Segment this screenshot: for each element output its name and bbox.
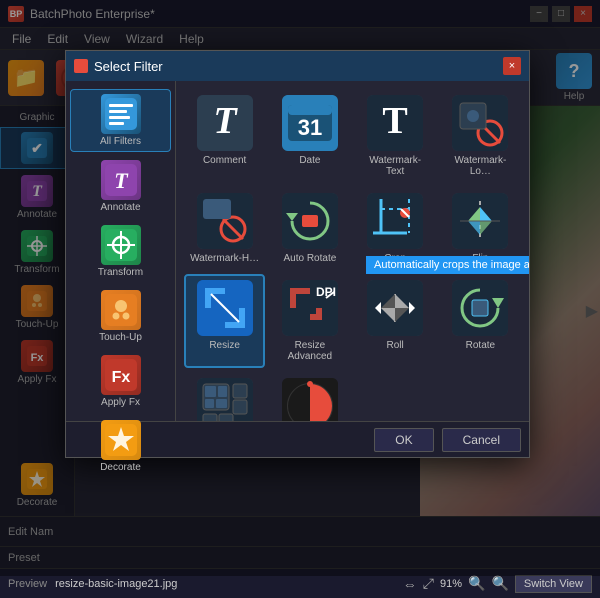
modal-sidebar-transform[interactable]: Transform <box>70 221 171 282</box>
tooltip-bar: Automatically crops the image according … <box>366 256 529 274</box>
touchup-modal-icon <box>101 290 141 330</box>
preview-label: Preview <box>8 578 47 590</box>
filter-roll[interactable]: Roll <box>355 274 436 368</box>
auto-rotate-icon <box>282 193 338 249</box>
modal-sidebar-annotate[interactable]: T Annotate <box>70 156 171 217</box>
zoom-level: 91% <box>440 578 462 590</box>
annotate-modal-icon: T <box>101 160 141 200</box>
svg-text:T: T <box>114 168 129 193</box>
fit-width-icon[interactable]: ⇔ <box>403 576 417 592</box>
thumbnail-icon <box>197 378 253 421</box>
preview-filename: resize-basic-image21.jpg <box>55 578 177 590</box>
modal-grid-area[interactable]: Automatically crops the image according … <box>176 81 529 421</box>
resize-adv-icon: DPI <box>282 280 338 336</box>
watermark-logo-icon <box>452 95 508 151</box>
modal-title-bar: Select Filter × <box>66 51 529 81</box>
rotate-label: Rotate <box>466 340 495 351</box>
transform-modal-label: Transform <box>98 267 143 278</box>
modal-overlay: Select Filter × All Filters T <box>0 0 600 576</box>
filter-rotate[interactable]: Rotate <box>440 274 521 368</box>
modal-title-icon <box>74 59 88 73</box>
modal-sidebar-touchup[interactable]: Touch-Up <box>70 286 171 347</box>
transform-modal-icon <box>101 225 141 265</box>
auto-rotate-label: Auto Rotate <box>283 253 336 264</box>
watermark-h-icon <box>197 193 253 249</box>
decorate-modal-label: Decorate <box>100 462 141 473</box>
svg-text:T: T <box>382 100 407 142</box>
touchup-modal-label: Touch-Up <box>99 332 142 343</box>
zoom-in-icon[interactable]: 🔍 <box>491 575 508 592</box>
modal-close-button[interactable]: × <box>503 57 521 75</box>
filter-comment[interactable]: T Comment <box>184 89 265 183</box>
filter-resize-adv[interactable]: DPI Resize Advanced <box>269 274 350 368</box>
resize-label: Resize <box>209 340 240 351</box>
tooltip-text: Automatically crops the image according … <box>374 259 529 271</box>
filter-watermark-h[interactable]: Watermark-H… <box>184 187 265 270</box>
date-label: Date <box>299 155 320 166</box>
cancel-button[interactable]: Cancel <box>442 428 521 452</box>
decorate-modal-icon <box>101 420 141 460</box>
resize-adv-label: Resize Advanced <box>275 340 344 362</box>
date-icon: 31 <box>282 95 338 151</box>
modal-sidebar-all-filters[interactable]: All Filters <box>70 89 171 152</box>
watermark-h-label: Watermark-H… <box>190 253 259 264</box>
comment-label: Comment <box>203 155 246 166</box>
svg-text:T: T <box>213 100 238 142</box>
app-window: BP BatchPhoto Enterprise* − □ × File Edi… <box>0 0 600 576</box>
svg-text:Fx: Fx <box>111 369 130 386</box>
modal-sidebar: All Filters T Annotate Transform <box>66 81 176 421</box>
fit-height-icon[interactable]: ⤢ <box>423 575 434 592</box>
resize-icon <box>197 280 253 336</box>
watermark-logo-label: Watermark-Lo… <box>446 155 515 177</box>
ok-button[interactable]: OK <box>374 428 433 452</box>
filter-auto-rotate[interactable]: Auto Rotate <box>269 187 350 270</box>
select-filter-dialog: Select Filter × All Filters T <box>65 50 530 458</box>
comment-icon: T <box>197 95 253 151</box>
zoom-out-icon[interactable]: 🔍 <box>468 575 485 592</box>
rotate-icon <box>452 280 508 336</box>
filter-thumbnail[interactable]: Thumbnail <box>184 372 265 421</box>
roll-icon <box>367 280 423 336</box>
modal-title-text: Select Filter <box>94 59 163 74</box>
auto-contrast-icon <box>282 378 338 421</box>
crop-icon <box>367 193 423 249</box>
filter-grid: T Comment 31 Date <box>176 81 529 421</box>
modal-title-left: Select Filter <box>74 59 163 74</box>
modal-body: All Filters T Annotate Transform <box>66 81 529 421</box>
preview-controls: ⇔ ⤢ 91% 🔍 🔍 Switch View <box>403 575 592 593</box>
watermark-text-label: Watermark-Text <box>361 155 430 177</box>
applyfx-modal-label: Apply Fx <box>101 397 140 408</box>
flip-icon <box>452 193 508 249</box>
modal-sidebar-decorate[interactable]: Decorate <box>70 416 171 477</box>
filter-watermark-logo[interactable]: Watermark-Lo… <box>440 89 521 183</box>
applyfx-modal-icon: Fx <box>101 355 141 395</box>
switch-view-button[interactable]: Switch View <box>515 575 592 593</box>
annotate-modal-label: Annotate <box>100 202 140 213</box>
svg-text:31: 31 <box>298 115 322 140</box>
roll-label: Roll <box>387 340 404 351</box>
filter-resize[interactable]: Resize <box>184 274 265 368</box>
filter-watermark-text[interactable]: T Watermark-Text <box>355 89 436 183</box>
all-filters-label: All Filters <box>100 136 141 147</box>
filter-date[interactable]: 31 Date <box>269 89 350 183</box>
filter-auto-contrast[interactable]: Auto Contrast <box>269 372 350 421</box>
modal-sidebar-applyfx[interactable]: Fx Apply Fx <box>70 351 171 412</box>
watermark-text-icon: T <box>367 95 423 151</box>
all-filters-icon <box>101 94 141 134</box>
